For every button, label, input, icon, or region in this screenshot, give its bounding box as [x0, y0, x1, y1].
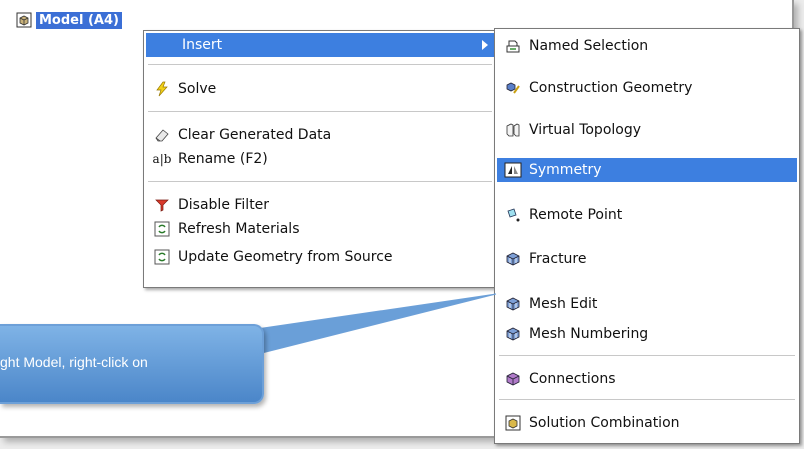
menu-item-label: Solve — [178, 81, 217, 97]
submenu-item-named-selection[interactable]: Named Selection — [497, 34, 797, 58]
submenu-item-mesh-edit[interactable]: Mesh Edit — [497, 292, 797, 316]
menu-item-label: Refresh Materials — [178, 221, 300, 237]
construction-geometry-icon — [503, 79, 523, 97]
filter-icon — [152, 196, 172, 214]
menu-separator — [148, 181, 492, 182]
menu-separator — [148, 111, 492, 112]
virtual-topology-icon — [503, 121, 523, 139]
menu-item-label: Solution Combination — [529, 415, 680, 431]
eraser-icon — [152, 126, 172, 144]
menu-item-solve[interactable]: Solve — [146, 77, 494, 101]
rename-icon: a|b — [152, 152, 172, 166]
menu-item-label: Named Selection — [529, 38, 649, 54]
menu-item-label: Connections — [529, 371, 616, 387]
menu-item-label: Symmetry — [529, 162, 602, 178]
menu-item-label: Disable Filter — [178, 197, 270, 213]
fracture-icon — [503, 250, 523, 268]
menu-item-label: Insert — [182, 37, 223, 53]
menu-item-rename[interactable]: a|b Rename (F2) — [146, 147, 494, 171]
menu-item-insert[interactable]: Insert — [146, 33, 494, 57]
menu-item-label: Rename (F2) — [178, 151, 268, 167]
menu-item-clear-generated-data[interactable]: Clear Generated Data — [146, 123, 494, 147]
refresh-icon — [152, 220, 172, 238]
insert-submenu: Named Selection Construction Geometry Vi… — [494, 28, 800, 444]
submenu-item-construction-geometry[interactable]: Construction Geometry — [497, 76, 797, 100]
refresh-icon — [152, 248, 172, 266]
symmetry-icon — [503, 161, 523, 179]
solution-combination-icon — [503, 414, 523, 432]
submenu-item-virtual-topology[interactable]: Virtual Topology — [497, 118, 797, 142]
remote-point-icon — [503, 206, 523, 224]
context-menu: Insert Solve Clear Generated Data a|b Re… — [143, 30, 497, 288]
connections-icon — [503, 370, 523, 388]
lightning-icon — [152, 80, 172, 98]
submenu-item-symmetry[interactable]: Symmetry — [497, 158, 797, 182]
submenu-item-fracture[interactable]: Fracture — [497, 247, 797, 271]
menu-separator — [499, 355, 795, 356]
menu-item-label: Construction Geometry — [529, 80, 693, 96]
callout-pointer — [250, 293, 497, 357]
menu-item-disable-filter[interactable]: Disable Filter — [146, 193, 494, 217]
menu-item-update-geometry[interactable]: Update Geometry from Source — [146, 245, 494, 269]
menu-item-label: Mesh Numbering — [529, 326, 649, 342]
model-icon — [16, 12, 32, 28]
callout-box: ght Model, right-click on — [0, 324, 264, 404]
named-selection-icon — [503, 37, 523, 55]
menu-item-label: Remote Point — [529, 207, 623, 223]
tree-node-label[interactable]: Model (A4) — [36, 11, 122, 29]
menu-separator — [499, 399, 795, 400]
menu-item-label: Clear Generated Data — [178, 127, 332, 143]
submenu-item-remote-point[interactable]: Remote Point — [497, 203, 797, 227]
menu-item-label: Mesh Edit — [529, 296, 598, 312]
menu-item-label: Virtual Topology — [529, 122, 642, 138]
menu-item-label: Fracture — [529, 251, 587, 267]
menu-separator — [148, 64, 492, 65]
submenu-item-mesh-numbering[interactable]: Mesh Numbering — [497, 322, 797, 346]
tree-node-model[interactable]: Model (A4) — [16, 11, 122, 29]
menu-item-label: Update Geometry from Source — [178, 249, 393, 265]
callout-text: ght Model, right-click on — [0, 354, 148, 370]
submenu-item-solution-combination[interactable]: Solution Combination — [497, 411, 797, 435]
menu-item-refresh-materials[interactable]: Refresh Materials — [146, 217, 494, 241]
submenu-arrow-icon — [482, 40, 488, 50]
submenu-item-connections[interactable]: Connections — [497, 367, 797, 391]
